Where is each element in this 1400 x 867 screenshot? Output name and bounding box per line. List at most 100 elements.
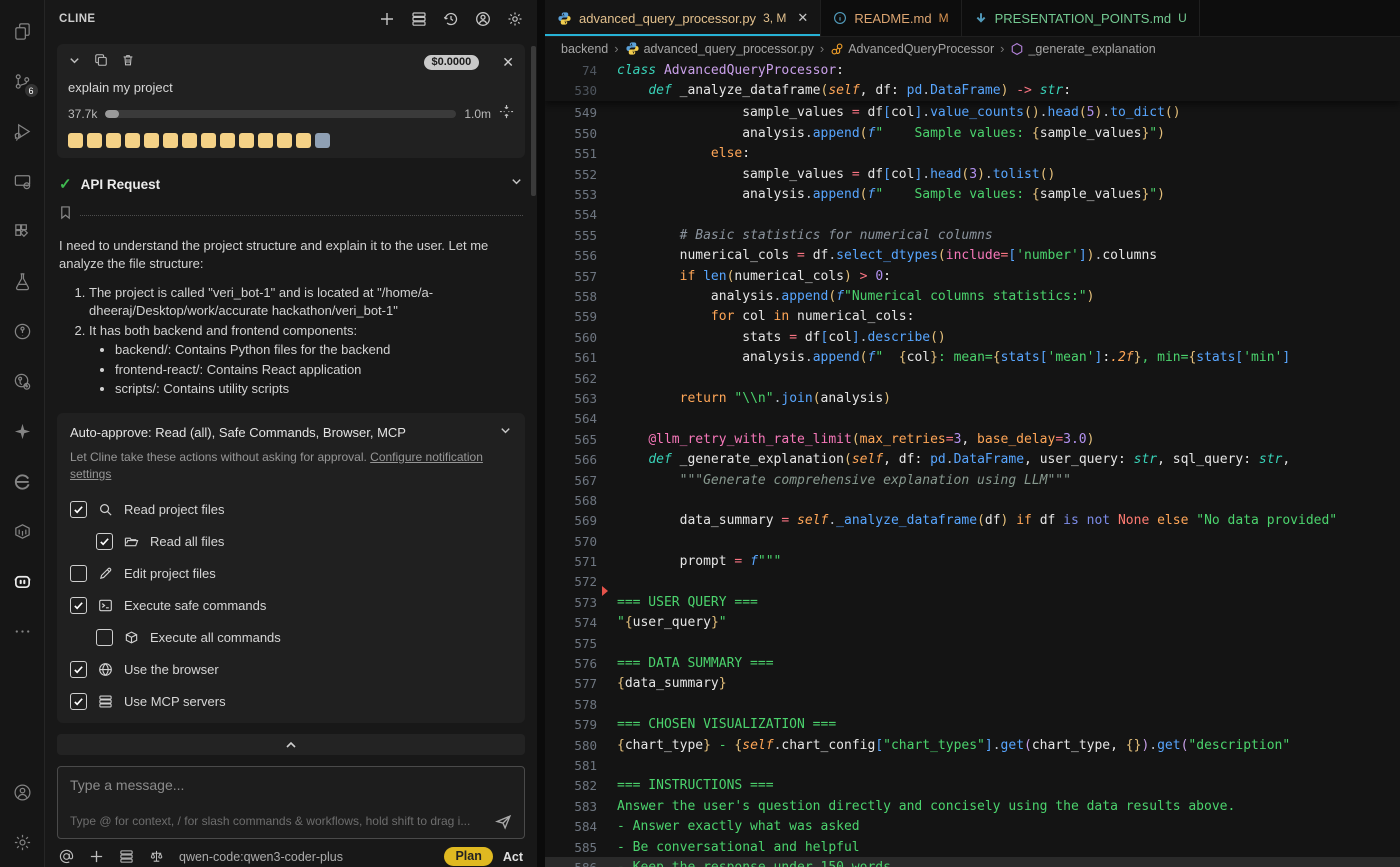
explorer-icon[interactable] (0, 6, 45, 56)
code-line[interactable]: 74class AdvancedQueryProcessor: (545, 60, 1400, 80)
more-icon[interactable] (0, 606, 45, 656)
code-line[interactable]: 554 (545, 205, 1400, 225)
api-request-row[interactable]: ✓ API Request (59, 175, 523, 193)
code-line[interactable]: 557 if len(numerical_cols) > 0: (545, 266, 1400, 286)
checkbox-checked[interactable] (70, 693, 87, 710)
code-line[interactable]: 579=== CHOSEN VISUALIZATION === (545, 715, 1400, 735)
auto-approve-option[interactable]: Execute all commands (70, 621, 512, 653)
code-editor[interactable]: 74class AdvancedQueryProcessor:530 def _… (545, 60, 1400, 867)
code-line[interactable]: 582=== INSTRUCTIONS === (545, 776, 1400, 796)
history-icon[interactable] (443, 11, 459, 27)
code-line[interactable]: 576=== DATA SUMMARY === (545, 653, 1400, 673)
code-line[interactable]: 560 stats = df[col].describe() (545, 327, 1400, 347)
auto-approve-option[interactable]: Read project files (70, 493, 512, 525)
code-line[interactable]: 550 analysis.append(f" Sample values: {s… (545, 123, 1400, 143)
code-line[interactable]: 563 return "\\n".join(analysis) (545, 388, 1400, 408)
code-line[interactable]: 569 data_summary = self._analyze_datafra… (545, 511, 1400, 531)
code-line[interactable]: 584- Answer exactly what was asked (545, 816, 1400, 836)
code-line[interactable]: 585- Be conversational and helpful (545, 837, 1400, 857)
code-line[interactable]: 551 else: (545, 144, 1400, 164)
auto-approve-option[interactable]: Read all files (70, 525, 512, 557)
account-icon[interactable] (475, 11, 491, 27)
code-line[interactable]: 559 for col in numerical_cols: (545, 307, 1400, 327)
code-line[interactable]: 572 (545, 572, 1400, 592)
copy-task-icon[interactable] (94, 53, 108, 72)
code-line[interactable]: 586- Keep the response under 150 words (545, 857, 1400, 867)
checkbox-checked[interactable] (70, 501, 87, 518)
close-tab-icon[interactable]: ✕ (797, 10, 808, 26)
code-line[interactable]: 577{data_summary} (545, 674, 1400, 694)
settings-gear-icon[interactable] (0, 817, 45, 867)
code-line[interactable]: 564 (545, 409, 1400, 429)
send-icon[interactable] (495, 813, 512, 830)
mcp-icon[interactable] (119, 849, 134, 864)
auto-approve-option[interactable]: Use MCP servers (70, 685, 512, 717)
breadcrumb-item[interactable]: AdvancedQueryProcessor (830, 42, 994, 56)
close-task-icon[interactable]: ✕ (502, 54, 514, 71)
code-line[interactable]: 581 (545, 755, 1400, 775)
auto-compact-icon[interactable] (499, 104, 514, 124)
code-line[interactable]: 558 analysis.append(f"Numerical columns … (545, 286, 1400, 306)
auto-approve-option[interactable]: Edit project files (70, 557, 512, 589)
code-line[interactable]: 583Answer the user's question directly a… (545, 796, 1400, 816)
tab-README.md[interactable]: README.mdM (821, 0, 961, 36)
chevron-down-icon[interactable] (499, 424, 512, 442)
model-name[interactable]: qwen-code:qwen3-coder-plus (179, 850, 343, 864)
new-task-icon[interactable] (379, 11, 395, 27)
auto-approve-option[interactable]: Use the browser (70, 653, 512, 685)
breadcrumb-item[interactable]: backend (561, 42, 608, 56)
remote-explorer-icon[interactable] (0, 156, 45, 206)
act-button[interactable]: Act (503, 850, 523, 864)
code-line[interactable]: 562 (545, 368, 1400, 388)
code-line[interactable]: 578 (545, 694, 1400, 714)
checkbox-unchecked[interactable] (96, 629, 113, 646)
code-line[interactable]: 565 @llm_retry_with_rate_limit(max_retri… (545, 429, 1400, 449)
code-line[interactable]: 556 numerical_cols = df.select_dtypes(in… (545, 246, 1400, 266)
code-line[interactable]: 567 """Generate comprehensive explanatio… (545, 470, 1400, 490)
auto-approve-header[interactable]: Auto-approve: Read (all), Safe Commands,… (70, 424, 512, 442)
message-input[interactable]: Type a message... Type @ for context, / … (57, 766, 525, 839)
rules-scales-icon[interactable] (149, 849, 164, 864)
code-line[interactable]: 553 analysis.append(f" Sample values: {s… (545, 184, 1400, 204)
checkbox-checked[interactable] (70, 661, 87, 678)
collapse-bar[interactable] (57, 734, 525, 755)
add-icon[interactable] (89, 849, 104, 864)
delete-task-icon[interactable] (121, 53, 135, 72)
checkbox-checked[interactable] (96, 533, 113, 550)
code-line[interactable]: 575 (545, 633, 1400, 653)
code-line[interactable]: 580{chart_type} - {self.chart_config["ch… (545, 735, 1400, 755)
mcp-servers-icon[interactable] (411, 11, 427, 27)
code-line[interactable]: 571 prompt = f""" (545, 551, 1400, 571)
code-line[interactable]: 530 def _analyze_dataframe(self, df: pd.… (545, 80, 1400, 100)
cline-robot-icon[interactable] (0, 556, 45, 606)
git-graph-icon[interactable] (0, 356, 45, 406)
tab-PRESENTATION_POINTS.md[interactable]: PRESENTATION_POINTS.mdU (962, 0, 1200, 36)
gitlens-icon[interactable] (0, 306, 45, 356)
code-line[interactable]: 561 analysis.append(f" {col}: mean={stat… (545, 347, 1400, 367)
code-line[interactable]: 552 sample_values = df[col].head(3).toli… (545, 164, 1400, 184)
code-line[interactable]: 568 (545, 490, 1400, 510)
code-line[interactable]: 555 # Basic statistics for numerical col… (545, 225, 1400, 245)
code-line[interactable]: 549 sample_values = df[col].value_counts… (545, 103, 1400, 123)
chevron-down-icon[interactable] (510, 175, 523, 193)
breadcrumb-item[interactable]: _generate_explanation (1010, 42, 1155, 56)
settings-icon[interactable] (507, 11, 523, 27)
accounts-icon[interactable] (0, 767, 45, 817)
plan-button[interactable]: Plan (444, 847, 492, 866)
breadcrumb-item[interactable]: advanced_query_processor.py (625, 41, 814, 56)
code-line[interactable]: 574"{user_query}" (545, 613, 1400, 633)
auto-approve-option[interactable]: Execute safe commands (70, 589, 512, 621)
bookmark-icon[interactable] (59, 205, 72, 225)
source-control-icon[interactable]: 6 (0, 56, 45, 106)
e-extension-icon[interactable] (0, 456, 45, 506)
tab-advanced_query_processor.py[interactable]: advanced_query_processor.py3, M✕ (545, 0, 821, 36)
code-line[interactable]: 566 def _generate_explanation(self, df: … (545, 449, 1400, 469)
checkbox-checked[interactable] (70, 597, 87, 614)
checkbox-unchecked[interactable] (70, 565, 87, 582)
testing-icon[interactable] (0, 256, 45, 306)
sparkle-icon[interactable] (0, 406, 45, 456)
mention-icon[interactable] (59, 849, 74, 864)
run-debug-icon[interactable] (0, 106, 45, 156)
collapse-task-icon[interactable] (68, 54, 81, 72)
code-line[interactable]: 570 (545, 531, 1400, 551)
